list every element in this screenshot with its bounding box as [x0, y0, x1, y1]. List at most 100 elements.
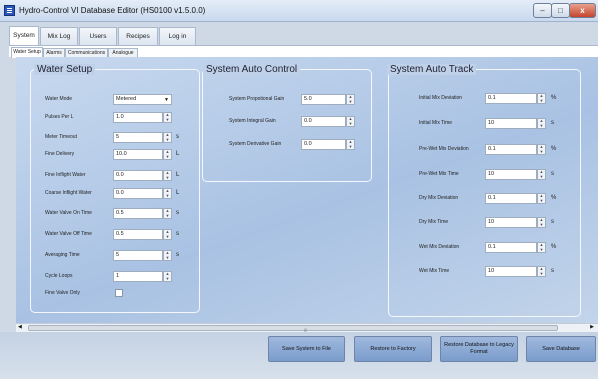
- scroll-right-icon[interactable]: ▶: [590, 324, 594, 330]
- settings-content: Water Setup Water Mode Metered ▼ Pulses …: [16, 57, 598, 323]
- tab-system[interactable]: System: [9, 26, 39, 45]
- fine-valve-only-checkbox[interactable]: [115, 289, 123, 297]
- initial-mix-deviation-stepper[interactable]: ▲ ▼: [537, 93, 546, 104]
- horizontal-scrollbar[interactable]: ◀ ||| ▶: [16, 323, 598, 332]
- wet-mix-deviation-row: Wet Mix Deviation 0.1 ▲ ▼ %: [389, 242, 580, 254]
- pre-wet-deviation-row: Pre-Wet Mix Deviation 0.1 ▲ ▼ %: [389, 144, 580, 156]
- wet-mix-time-row: Wet Mix Time 10 ▲ ▼ s: [389, 266, 580, 278]
- wet-mix-time-label: Wet Mix Time: [419, 268, 450, 274]
- water-setup-title: Water Setup: [34, 64, 96, 75]
- integral-gain-field[interactable]: 0.0: [301, 116, 346, 127]
- scroll-thumb[interactable]: |||: [28, 325, 558, 332]
- save-database-button[interactable]: Save Database: [526, 336, 596, 362]
- pulses-per-l-field[interactable]: 1.0: [113, 112, 163, 123]
- fine-delivery-field[interactable]: 10.0: [113, 149, 163, 160]
- coarse-inflight-unit: L: [176, 190, 180, 196]
- fine-inflight-field[interactable]: 0.0: [113, 170, 163, 181]
- tab-log-in[interactable]: Log in: [159, 27, 196, 45]
- restore-legacy-button[interactable]: Restore Database to Legacy Format: [440, 336, 518, 362]
- integral-gain-stepper[interactable]: ▲ ▼: [346, 116, 355, 127]
- dry-mix-time-stepper[interactable]: ▲ ▼: [537, 217, 546, 228]
- proportional-gain-label: System Propotional Gain: [229, 96, 285, 102]
- wet-mix-deviation-stepper[interactable]: ▲ ▼: [537, 242, 546, 253]
- averaging-time-field[interactable]: 5: [113, 250, 163, 261]
- averaging-time-unit: s: [176, 252, 179, 258]
- valve-off-time-stepper[interactable]: ▲ ▼: [163, 229, 172, 240]
- pre-wet-time-stepper[interactable]: ▲ ▼: [537, 169, 546, 180]
- initial-mix-time-unit: s: [551, 120, 554, 126]
- pre-wet-deviation-stepper[interactable]: ▲ ▼: [537, 144, 546, 155]
- wet-mix-deviation-field[interactable]: 0.1: [485, 242, 537, 253]
- tab-recipes[interactable]: Recipes: [118, 27, 158, 45]
- water-mode-dropdown[interactable]: Metered ▼: [113, 94, 172, 105]
- initial-mix-deviation-field[interactable]: 0.1: [485, 93, 537, 104]
- fine-delivery-stepper[interactable]: ▲ ▼: [163, 149, 172, 160]
- valve-off-time-unit: s: [176, 231, 179, 237]
- proportional-gain-row: System Propotional Gain 5.0 ▲ ▼: [203, 94, 371, 106]
- initial-mix-time-field[interactable]: 10: [485, 118, 537, 129]
- integral-gain-label: System Integral Gain: [229, 118, 276, 124]
- wet-mix-time-field[interactable]: 10: [485, 266, 537, 277]
- dry-mix-deviation-stepper[interactable]: ▲ ▼: [537, 193, 546, 204]
- cycle-loops-label: Cycle Loops: [45, 273, 73, 279]
- pre-wet-time-label: Pre-Wet Mix Time: [419, 171, 459, 177]
- initial-mix-time-stepper[interactable]: ▲ ▼: [537, 118, 546, 129]
- minimize-button[interactable]: –: [533, 3, 552, 18]
- action-bar: Save System to File Restore to Factory R…: [0, 332, 598, 379]
- derivative-gain-stepper[interactable]: ▲ ▼: [346, 139, 355, 150]
- cycle-loops-stepper[interactable]: ▲ ▼: [163, 271, 172, 282]
- tab-mix-log[interactable]: Mix Log: [40, 27, 78, 45]
- save-system-button[interactable]: Save System to File: [268, 336, 345, 362]
- water-mode-value: Metered: [116, 96, 137, 102]
- averaging-time-label: Averaging Time: [45, 252, 80, 258]
- integral-gain-row: System Integral Gain 0.0 ▲ ▼: [203, 116, 371, 128]
- initial-mix-deviation-row: Initial Mix Deviation 0.1 ▲ ▼ %: [389, 93, 580, 105]
- pre-wet-time-row: Pre-Wet Mix Time 10 ▲ ▼ s: [389, 169, 580, 181]
- fine-inflight-label: Fine Inflight Water: [45, 172, 86, 178]
- pre-wet-deviation-field[interactable]: 0.1: [485, 144, 537, 155]
- dry-mix-deviation-field[interactable]: 0.1: [485, 193, 537, 204]
- pre-wet-time-field[interactable]: 10: [485, 169, 537, 180]
- auto-track-title: System Auto Track: [387, 64, 477, 75]
- derivative-gain-field[interactable]: 0.0: [301, 139, 346, 150]
- averaging-time-stepper[interactable]: ▲ ▼: [163, 250, 172, 261]
- wet-mix-time-unit: s: [551, 268, 554, 274]
- meter-timeout-field[interactable]: 5: [113, 132, 163, 143]
- water-setup-panel: Water Setup Water Mode Metered ▼ Pulses …: [30, 64, 200, 313]
- fine-valve-only-label: Fine Valve Only: [45, 290, 80, 296]
- initial-mix-deviation-label: Initial Mix Deviation: [419, 95, 463, 101]
- cycle-loops-row: Cycle Loops 1 ▲ ▼: [31, 271, 199, 283]
- fine-delivery-label: Fine Delivery: [45, 151, 75, 157]
- pulses-per-l-stepper[interactable]: ▲ ▼: [163, 112, 172, 123]
- valve-off-time-field[interactable]: 0.5: [113, 229, 163, 240]
- cycle-loops-field[interactable]: 1: [113, 271, 163, 282]
- proportional-gain-stepper[interactable]: ▲ ▼: [346, 94, 355, 105]
- meter-timeout-stepper[interactable]: ▲ ▼: [163, 132, 172, 143]
- valve-off-time-row: Water Valve Off Time 0.5 ▲ ▼ s: [31, 229, 199, 241]
- fine-inflight-row: Fine Inflight Water 0.0 ▲ ▼ L: [31, 170, 199, 182]
- scroll-left-icon[interactable]: ◀: [18, 324, 22, 330]
- proportional-gain-field[interactable]: 5.0: [301, 94, 346, 105]
- window-title: Hydro-Control VI Database Editor (HS0100…: [19, 6, 206, 15]
- restore-factory-button[interactable]: Restore to Factory: [354, 336, 432, 362]
- dry-mix-time-row: Dry Mix Time 10 ▲ ▼ s: [389, 217, 580, 229]
- wet-mix-time-stepper[interactable]: ▲ ▼: [537, 266, 546, 277]
- pre-wet-deviation-label: Pre-Wet Mix Deviation: [419, 146, 469, 152]
- coarse-inflight-field[interactable]: 0.0: [113, 188, 163, 199]
- water-mode-label: Water Mode: [45, 96, 73, 102]
- valve-on-time-unit: s: [176, 210, 179, 216]
- close-button[interactable]: x: [569, 3, 596, 18]
- fine-inflight-stepper[interactable]: ▲ ▼: [163, 170, 172, 181]
- fine-valve-only-row: Fine Valve Only: [31, 288, 199, 300]
- maximize-button[interactable]: □: [551, 3, 570, 18]
- valve-on-time-stepper[interactable]: ▲ ▼: [163, 208, 172, 219]
- dry-mix-time-field[interactable]: 10: [485, 217, 537, 228]
- coarse-inflight-stepper[interactable]: ▲ ▼: [163, 188, 172, 199]
- wet-mix-deviation-unit: %: [551, 244, 557, 250]
- coarse-inflight-row: Coarse Inflight Water 0.0 ▲ ▼ L: [31, 188, 199, 200]
- coarse-inflight-label: Coarse Inflight Water: [45, 190, 92, 196]
- tab-users[interactable]: Users: [79, 27, 117, 45]
- dry-mix-deviation-unit: %: [551, 195, 557, 201]
- fine-delivery-row: Fine Delivery 10.0 ▲ ▼ L: [31, 149, 199, 161]
- valve-on-time-field[interactable]: 0.5: [113, 208, 163, 219]
